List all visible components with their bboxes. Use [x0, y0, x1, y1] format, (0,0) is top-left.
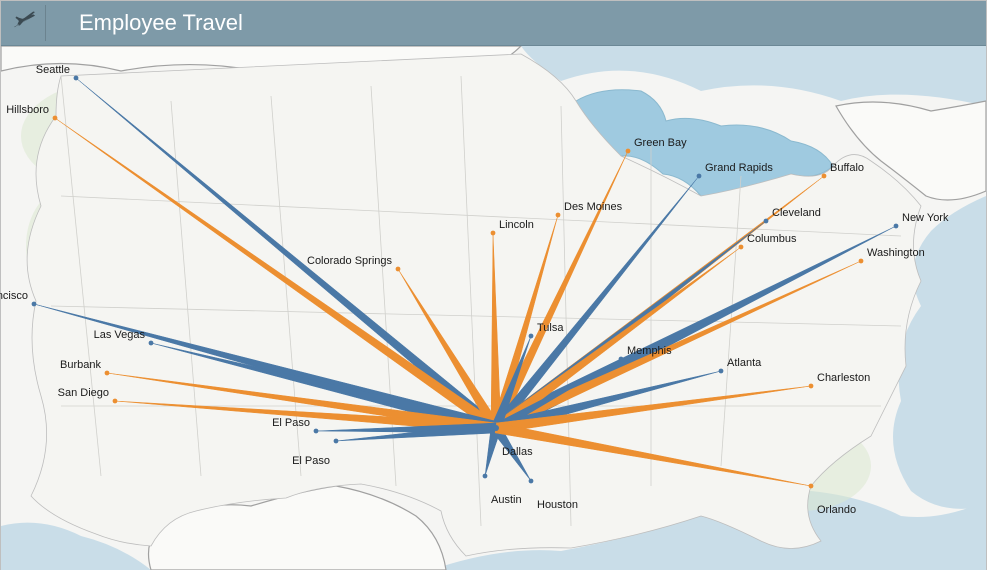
- panel-title: Employee Travel: [79, 10, 243, 36]
- airplane-icon: [13, 9, 37, 38]
- header-divider: [45, 5, 46, 41]
- travel-panel: Employee Travel: [0, 0, 987, 570]
- map-canvas[interactable]: SeattleHillsboroGreen BayGrand RapidsBuf…: [1, 46, 986, 570]
- panel-header: Employee Travel: [1, 1, 986, 46]
- us-map: [1, 46, 986, 570]
